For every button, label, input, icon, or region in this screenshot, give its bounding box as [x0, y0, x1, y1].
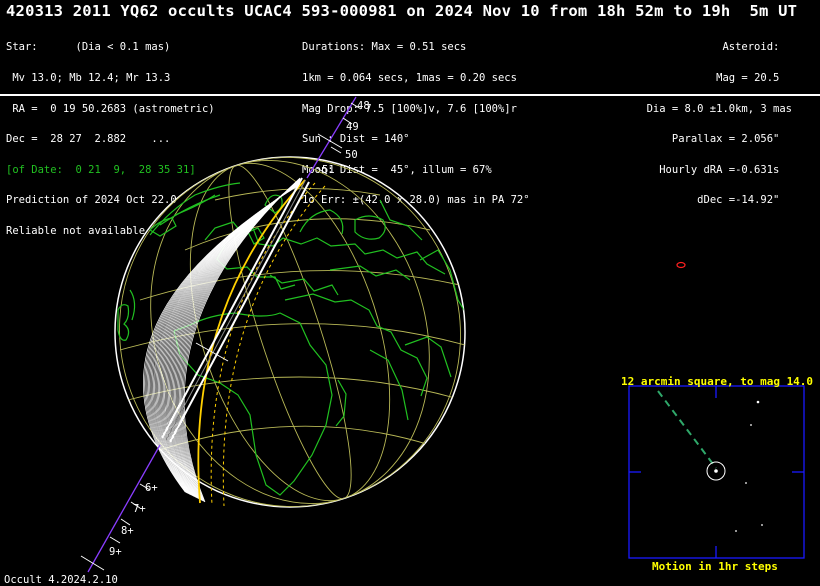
tick-label-49: 49 [346, 121, 359, 133]
occultation-map [80, 96, 805, 573]
asteroid-motion-track [657, 390, 717, 469]
tick-label-50: 50 [345, 149, 358, 161]
tick-label-51: 51 [322, 164, 335, 176]
path-extension-south [87, 444, 161, 573]
tick-label-48: 48 [357, 100, 370, 112]
tick-label-9: 9+ [109, 546, 122, 558]
target-star [714, 469, 718, 473]
field-stars [735, 400, 763, 532]
inset-footer: Motion in 1hr steps [652, 560, 778, 573]
version-footer: Occult 4.2024.2.10 [4, 574, 118, 586]
sigma-line-dashed [210, 182, 316, 506]
tick-label-8: 8+ [121, 525, 134, 537]
asteroid-marker [676, 261, 686, 269]
tick-label-7: 7+ [133, 503, 146, 515]
path-limit-north [161, 177, 303, 439]
tick-label-6: 6+ [145, 482, 158, 494]
inset-title: 12 arcmin square, to mag 14.0 [621, 375, 814, 388]
